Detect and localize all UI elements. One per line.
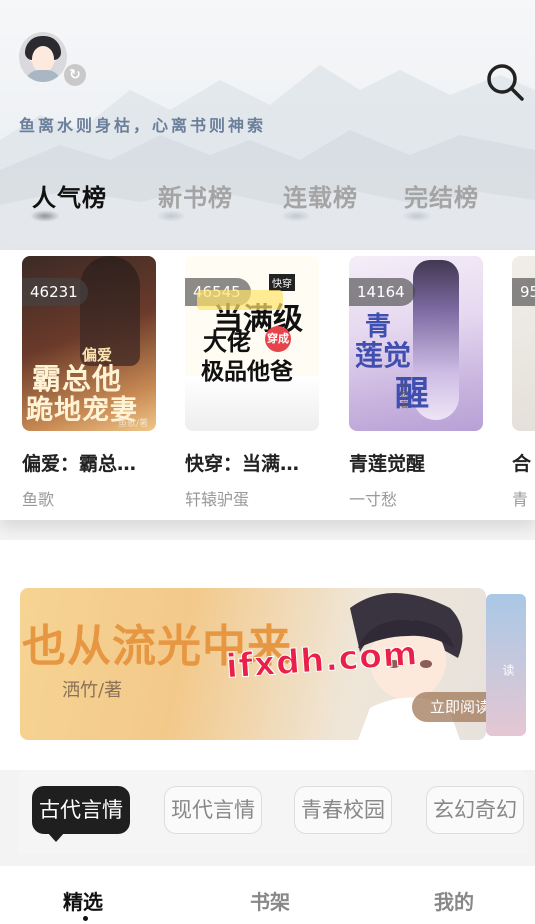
next-banner-text: 读 xyxy=(501,664,515,676)
active-indicator-dot xyxy=(83,916,88,921)
tab-label: 完结榜 xyxy=(404,183,479,212)
book-strip[interactable]: 46231 偏爱 霸总他 跪地宠妻 鱼歌/著 偏爱：霸总… 鱼歌 46545 快… xyxy=(0,250,535,520)
next-banner-peek[interactable]: 读 xyxy=(486,594,526,736)
read-count-badge: 46231 xyxy=(22,278,88,306)
header-quote: 鱼离水则身枯，心离书则神索 xyxy=(19,116,267,135)
chip-ancient-romance[interactable]: 古代言情 xyxy=(32,786,130,842)
refresh-icon[interactable]: ↻ xyxy=(64,64,86,86)
cloud-decoration-icon xyxy=(156,210,186,222)
read-now-button[interactable]: 立即阅读 xyxy=(412,692,486,722)
nav-bookshelf[interactable]: 书架 xyxy=(250,886,290,915)
tab-serial[interactable]: 连载榜 xyxy=(281,178,358,222)
tab-label: 新书榜 xyxy=(158,183,233,212)
banner-author: 洒竹/著 xyxy=(62,680,123,701)
ranking-tabs: 人气榜 新书榜 连载榜 完结榜 xyxy=(0,178,535,228)
read-count-badge: 95 xyxy=(512,278,535,306)
cover-title-line: 极品他爸 xyxy=(201,358,293,385)
nav-profile[interactable]: 我的 xyxy=(434,886,474,915)
chip-campus[interactable]: 青春校园 xyxy=(294,786,392,834)
ranking-book-list: 46231 偏爱 霸总他 跪地宠妻 鱼歌/著 偏爱：霸总… 鱼歌 46545 快… xyxy=(0,250,535,520)
tab-label: 连载榜 xyxy=(283,183,358,212)
book-card[interactable]: 46231 偏爱 霸总他 跪地宠妻 鱼歌/著 偏爱：霸总… 鱼歌 xyxy=(22,256,156,510)
book-author: 青 xyxy=(512,490,529,509)
book-author: 鱼歌 xyxy=(22,490,55,509)
tab-new[interactable]: 新书榜 xyxy=(156,178,233,222)
cover-author: 一寸愁 著 xyxy=(400,374,409,409)
tab-label: 人气榜 xyxy=(32,183,107,212)
cloud-decoration-icon xyxy=(30,210,60,222)
avatar[interactable] xyxy=(19,32,67,82)
cover-badge: 快穿 xyxy=(269,274,295,291)
cover-badge-circle: 穿成 xyxy=(265,326,291,352)
bottom-nav: 精选 书架 我的 xyxy=(0,866,535,924)
book-author: 一寸愁 xyxy=(349,490,398,509)
book-cover[interactable]: 14164 青 莲觉 醒 一寸愁 著 xyxy=(349,256,483,431)
header: ↻ 鱼离水则身枯，心离书则神索 人气榜 新书榜 连载榜 完结榜 xyxy=(0,0,535,250)
avatar-face xyxy=(32,46,54,72)
cloud-decoration-icon xyxy=(281,210,311,222)
book-cover[interactable]: 46545 快穿 当满级 大佬 穿成 极品他爸 xyxy=(185,256,319,431)
book-card[interactable]: 95 合 青 xyxy=(512,256,535,510)
book-title[interactable]: 合 xyxy=(512,449,535,476)
cloud-decoration-icon xyxy=(402,210,432,222)
tab-finished[interactable]: 完结榜 xyxy=(402,178,479,222)
read-count-badge: 14164 xyxy=(349,278,415,306)
cover-author: 鱼歌/著 xyxy=(118,419,149,429)
tab-popular[interactable]: 人气榜 xyxy=(30,178,107,222)
avatar-body xyxy=(25,70,61,82)
book-card[interactable]: 46545 快穿 当满级 大佬 穿成 极品他爸 快穿：当满… 轩辕驴蛋 xyxy=(185,256,319,510)
book-title[interactable]: 青莲觉醒 xyxy=(349,449,483,476)
cover-yellow-band xyxy=(197,290,283,310)
nav-featured[interactable]: 精选 xyxy=(63,886,103,915)
category-chips: 古代言情 现代言情 青春校园 玄幻奇幻 xyxy=(18,770,528,854)
search-icon[interactable] xyxy=(485,62,525,102)
book-card[interactable]: 14164 青 莲觉 醒 一寸愁 著 青莲觉醒 一寸愁 xyxy=(349,256,483,510)
book-title[interactable]: 快穿：当满… xyxy=(185,449,319,476)
chip-modern-romance[interactable]: 现代言情 xyxy=(164,786,262,834)
book-cover[interactable]: 95 xyxy=(512,256,535,431)
book-title[interactable]: 偏爱：霸总… xyxy=(22,449,156,476)
book-cover[interactable]: 46231 偏爱 霸总他 跪地宠妻 鱼歌/著 xyxy=(22,256,156,431)
chip-fantasy[interactable]: 玄幻奇幻 xyxy=(426,786,524,834)
book-author: 轩辕驴蛋 xyxy=(185,490,250,509)
